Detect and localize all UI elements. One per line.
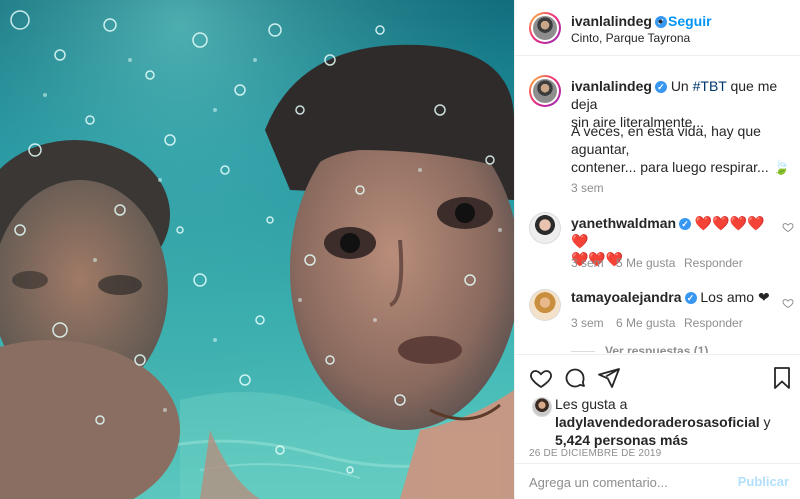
comment-username[interactable]: tamayoalejandra (571, 289, 682, 305)
post-location[interactable]: Cinto, Parque Tayrona (571, 31, 690, 45)
likes-others-count[interactable]: 5,424 personas más (555, 432, 688, 448)
caption-author-avatar[interactable] (529, 75, 561, 107)
view-replies-button[interactable]: Ver respuestas (1) (571, 344, 708, 353)
likes-prefix: Les gusta a (555, 396, 628, 412)
comment-likes-count[interactable]: 6 Me gusta (616, 316, 675, 330)
author-avatar[interactable] (529, 12, 561, 44)
caption-text-4: contener... para luego respirar... 🍃 (571, 159, 790, 175)
header-separator: • (658, 13, 663, 29)
post-header: ivanlalindeg ✓ • Seguir Cinto, Parque Tay… (515, 0, 800, 56)
commenter-avatar[interactable] (529, 212, 561, 244)
comment-username[interactable]: yanethwaldman (571, 215, 676, 231)
post-photo[interactable] (0, 0, 514, 499)
share-paper-plane-icon[interactable] (597, 366, 621, 390)
underwater-selfie-image (0, 0, 514, 499)
comment-timestamp[interactable]: 3 sem (571, 316, 604, 330)
commenter-avatar[interactable] (529, 289, 561, 321)
caption-username[interactable]: ivanlalindeg (571, 78, 652, 94)
publish-button[interactable]: Publicar (738, 474, 789, 489)
hashtag-link[interactable]: #TBT (693, 78, 727, 94)
post-side-panel: ivanlalindeg ✓ • Seguir Cinto, Parque Tay… (514, 0, 800, 499)
likes-conj: y (759, 414, 771, 430)
author-username[interactable]: ivanlalindeg ✓ (571, 13, 667, 29)
comments-list[interactable]: ivanlalindeg ✓ Un #TBT que me deja sin ai… (515, 57, 800, 353)
reply-button[interactable]: Responder (684, 256, 743, 270)
comment-input[interactable] (529, 471, 729, 493)
like-comment-heart-icon[interactable] (782, 297, 794, 309)
comment-bubble-icon[interactable] (563, 366, 587, 390)
liker-username[interactable]: ladylavendedoraderosasoficial (555, 414, 760, 430)
post-date[interactable]: 26 DE DICIEMBRE DE 2019 (529, 448, 661, 459)
add-comment-bar: Publicar (515, 463, 800, 499)
caption-body: A veces, en esta vida, hay que aguantar,… (571, 122, 796, 176)
caption-text-1: Un (670, 78, 693, 94)
verified-badge-icon: ✓ (684, 292, 697, 304)
liker-avatar[interactable] (532, 397, 552, 417)
comment-likes-count[interactable]: 5 Me gusta (616, 256, 675, 270)
like-comment-heart-icon[interactable] (782, 221, 794, 233)
reply-button[interactable]: Responder (684, 316, 743, 330)
follow-button[interactable]: Seguir (668, 13, 712, 29)
like-heart-icon[interactable] (529, 366, 553, 390)
caption-text-3: A veces, en esta vida, hay que aguantar, (571, 123, 761, 157)
verified-badge-icon: ✓ (654, 81, 667, 93)
comment-timestamp[interactable]: 3 sem (571, 256, 604, 270)
save-bookmark-icon[interactable] (770, 366, 794, 390)
caption-timestamp[interactable]: 3 sem (571, 181, 604, 195)
likes-summary[interactable]: Les gusta a ladylavendedoraderosasoficia… (555, 395, 795, 449)
comment-text: Los amo ❤ (700, 289, 770, 305)
comment-tamayoalejandra: tamayoalejandra ✓ Los amo ❤ (571, 288, 781, 306)
verified-badge-icon: ✓ (679, 218, 692, 230)
